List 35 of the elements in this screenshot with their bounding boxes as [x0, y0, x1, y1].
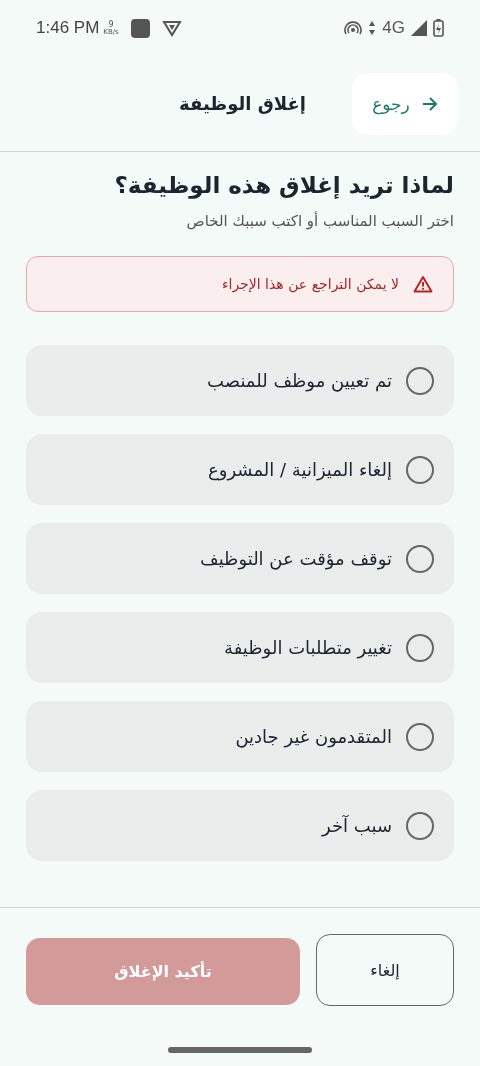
- radio-button[interactable]: [406, 366, 434, 395]
- shield-icon: [161, 19, 182, 37]
- question-heading: لماذا تريد إغلاق هذه الوظيفة؟: [113, 172, 454, 198]
- reason-option[interactable]: توقف مؤقت عن التوظيف: [26, 523, 454, 594]
- reason-label: إلغاء الميزانية / المشروع: [208, 459, 392, 480]
- battery-icon: [433, 19, 444, 37]
- warning-text: لا يمكن التراجع عن هذا الإجراء: [221, 276, 399, 292]
- app-notification-icon: [130, 18, 150, 38]
- reason-label: المتقدمون غير جادين: [235, 726, 392, 747]
- status-time: 1:46 PM: [36, 18, 100, 38]
- arrow-icon: [421, 96, 438, 111]
- signal-icon: [411, 20, 427, 36]
- subtitle-text: اختر السبب المناسب أو اكتب سببك الخاص: [185, 212, 454, 230]
- reason-label: تغيير متطلبات الوظيفة: [224, 637, 392, 658]
- reason-label: سبب آخر: [322, 815, 392, 836]
- cancel-button[interactable]: إلغاء: [316, 934, 454, 1006]
- radio-button[interactable]: [406, 544, 434, 573]
- reason-option[interactable]: المتقدمون غير جادين: [26, 701, 454, 772]
- reason-option[interactable]: تغيير متطلبات الوظيفة: [26, 612, 454, 683]
- radio-button[interactable]: [406, 633, 434, 662]
- radio-button[interactable]: [406, 811, 434, 840]
- network-speed-value: 9: [108, 20, 114, 29]
- radio-button[interactable]: [406, 455, 434, 484]
- reason-label: تم تعيين موظف للمنصب: [207, 370, 392, 391]
- back-button[interactable]: رجوع: [352, 72, 458, 135]
- radio-button[interactable]: [406, 722, 434, 751]
- data-arrows-icon: [368, 21, 377, 35]
- reason-label: توقف مؤقت عن التوظيف: [200, 548, 392, 569]
- warning-icon: [413, 275, 433, 293]
- reason-option[interactable]: تم تعيين موظف للمنصب: [26, 345, 454, 416]
- reason-option[interactable]: سبب آخر: [26, 790, 454, 861]
- hotspot-icon: [344, 20, 363, 36]
- page-title: إغلاق الوظيفة: [179, 93, 306, 114]
- network-type: 4G: [382, 18, 405, 38]
- reason-option[interactable]: إلغاء الميزانية / المشروع: [26, 434, 454, 505]
